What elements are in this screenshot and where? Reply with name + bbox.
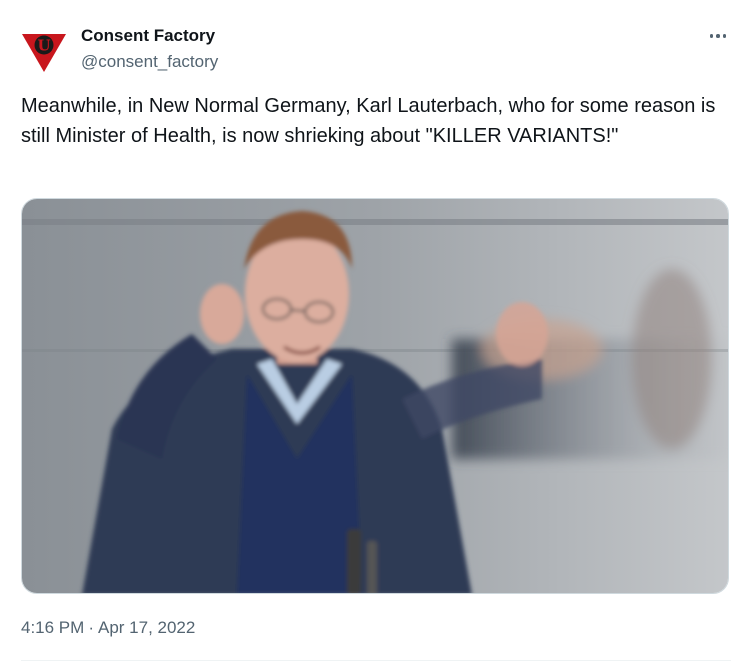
tweet-text: Meanwhile, in New Normal Germany, Karl L… xyxy=(21,95,716,147)
tweet-photo[interactable] xyxy=(21,198,729,594)
tweet-card: U Consent Factory @consent_factory Meanw… xyxy=(0,0,752,661)
avatar-letter: U xyxy=(37,37,50,55)
user-handle[interactable]: @consent_factory xyxy=(81,52,218,72)
tweet-date-link[interactable]: Apr 17, 2022 xyxy=(98,618,195,638)
tweet-timestamp: 4:16 PM · Apr 17, 2022 xyxy=(21,618,195,638)
author-block: Consent Factory @consent_factory xyxy=(81,26,218,72)
photo-man-gesturing xyxy=(22,199,728,593)
more-options-button[interactable] xyxy=(706,26,730,46)
more-horizontal-icon xyxy=(709,34,714,38)
display-name[interactable]: Consent Factory xyxy=(81,26,218,46)
consent-factory-logo-icon: U xyxy=(22,34,66,72)
avatar[interactable]: U xyxy=(20,28,68,76)
tweet-time-link[interactable]: 4:16 PM xyxy=(21,618,84,638)
timestamp-separator: · xyxy=(88,618,94,637)
